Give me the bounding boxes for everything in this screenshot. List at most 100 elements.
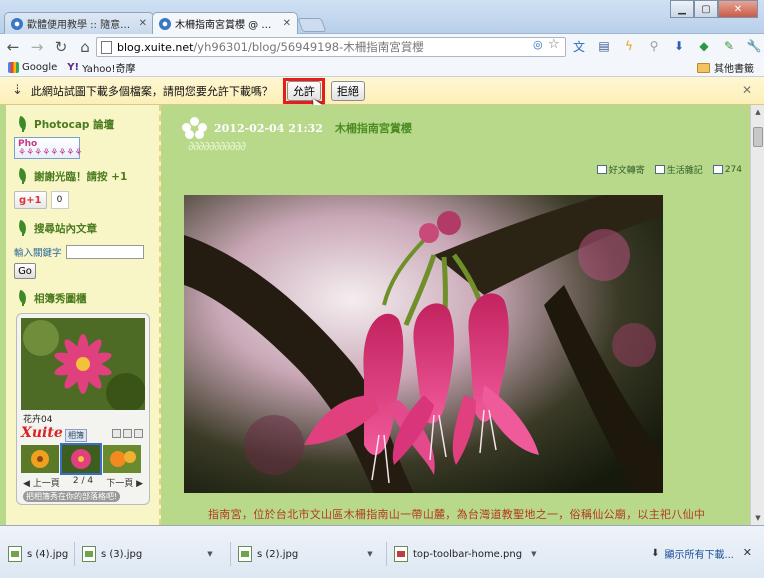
yahoo-icon: Y! [67, 62, 80, 73]
wrench-menu-icon[interactable]: 🔧 [743, 36, 764, 56]
bookmark-label: Google [22, 62, 58, 73]
mail-icon [596, 165, 607, 174]
deny-button[interactable]: 拒絕 [330, 80, 365, 101]
leaf-icon [16, 291, 29, 306]
home-button[interactable]: ⌂ [74, 36, 96, 58]
album-caption: 花卉04 [23, 415, 53, 425]
page-scrollbar[interactable]: ▲ ▼ [750, 105, 764, 525]
photocap-badge[interactable]: Pho ⚘⚘⚘⚘⚘⚘⚘⚘ [14, 137, 83, 159]
album-control-button[interactable] [134, 429, 143, 438]
forward-post-link[interactable]: 好文轉寄 [596, 163, 645, 176]
infobar-close-icon[interactable]: ✕ [742, 83, 752, 97]
forward-button[interactable]: → [26, 36, 48, 58]
album-control-button[interactable] [123, 429, 132, 438]
album-next-link[interactable]: 下一頁 ▶ [106, 476, 143, 489]
album-page-indicator: 2 / 4 [72, 476, 94, 486]
post-title[interactable]: 木柵指南宮賞櫻 [335, 120, 412, 136]
sidebar-heading-search: 搜尋站內文章 [6, 217, 159, 239]
pen-ext-icon[interactable]: ✎ [718, 36, 740, 56]
sidebar-heading-label: 相簿秀圖櫃 [34, 292, 87, 305]
search-icon[interactable]: ⚲ [643, 36, 665, 56]
download-item[interactable]: s (3).jpg ▼ [78, 540, 226, 568]
download-filename: top-toolbar-home.png [413, 548, 523, 560]
scroll-up-arrow-icon[interactable]: ▲ [751, 105, 764, 119]
tab-1[interactable]: 歡體便用教學 :: 隨意窩 Xu ✕ [4, 12, 154, 34]
bookmark-yahoo[interactable]: Y! Yahoo!奇摩 [67, 60, 135, 75]
back-button[interactable]: ← [2, 36, 24, 58]
meta-label: 生活雜記 [666, 166, 703, 176]
tab-close-icon[interactable]: ✕ [283, 18, 291, 29]
keyword-input[interactable] [65, 245, 144, 259]
album-main-photo[interactable] [21, 318, 145, 410]
shelf-close-icon[interactable]: ✕ [743, 546, 752, 559]
zoom-icon[interactable]: ◎ [533, 38, 543, 51]
lightning-icon[interactable]: ϟ [618, 36, 640, 56]
browser-toolbar: ← → ↻ ⌂ blog.xuite.net/yh96301/blog/5694… [0, 34, 764, 59]
bookmarks-bar: Google Y! Yahoo!奇摩 其他書籤 [0, 59, 764, 77]
minimize-button[interactable]: ▁ [670, 0, 694, 18]
image-file-icon [394, 546, 408, 562]
window-titlebar: 歡體便用教學 :: 隨意窩 Xu ✕ 木柵指南宮賞櫻 @ 歡體便 ✕ ▁ ▢ ✕ [0, 0, 764, 34]
leaf-icon [16, 117, 29, 132]
google-plus-one-button[interactable]: g +1 [14, 191, 47, 209]
downloads-shelf: s (4).jpg s (3).jpg ▼ s (2).jpg ▼ top-to… [0, 525, 764, 578]
xuite-album-badge: 相簿 [65, 429, 87, 442]
maximize-button[interactable]: ▢ [694, 0, 718, 18]
download-menu-caret-icon[interactable]: ▼ [531, 550, 536, 558]
category-link[interactable]: 生活雜記 [654, 163, 703, 176]
reader-icon[interactable]: ▤ [593, 36, 615, 56]
infobar-message: 此網站試圖下載多個檔案，請問您要允許下載嗎？ [30, 84, 273, 98]
page-icon [101, 40, 112, 54]
reload-button[interactable]: ↻ [50, 36, 72, 58]
album-thumbnail[interactable] [103, 445, 141, 473]
download-ext-icon[interactable]: ⬇ [668, 36, 690, 56]
leaf-icon [16, 221, 29, 236]
divider [386, 542, 387, 566]
scroll-thumb[interactable] [753, 127, 763, 147]
album-thumbnail-selected[interactable] [60, 443, 102, 475]
keyword-label: 輸入關鍵字 [14, 248, 62, 259]
address-bar[interactable]: blog.xuite.net/yh96301/blog/56949198-木柵指… [96, 37, 566, 57]
translate-icon[interactable]: 文 [568, 36, 590, 56]
download-item[interactable]: top-toolbar-home.png ▼ [390, 540, 540, 568]
image-file-icon [238, 546, 252, 562]
divider [74, 542, 75, 566]
show-all-downloads-link[interactable]: ⬇ 顯示所有下載... [651, 546, 734, 561]
next-label: 下一頁 [106, 479, 134, 489]
multiple-download-icon: ⇣ [12, 83, 23, 98]
tab-2[interactable]: 木柵指南宮賞櫻 @ 歡體便 ✕ [152, 12, 298, 34]
album-widget: 花卉04 Xuite 相簿 ◀ 上一頁 2 / 4 下一頁 ▶ 把相簿秀在你的部… [16, 313, 150, 505]
tab-favicon-icon [11, 17, 23, 30]
close-window-button[interactable]: ✕ [718, 0, 758, 18]
album-thumbnail[interactable] [21, 445, 59, 473]
post-header: 2012-02-04 21:32 木柵指南宮賞櫻 [182, 117, 412, 139]
download-item[interactable]: s (2).jpg ▼ [234, 540, 382, 568]
album-control-button[interactable] [112, 429, 121, 438]
bookmark-google[interactable]: Google [8, 62, 57, 73]
album-prev-link[interactable]: ◀ 上一頁 [23, 476, 60, 489]
scroll-down-arrow-icon[interactable]: ▼ [751, 511, 764, 525]
address-path: /yh96301/blog/56949198-木柵指南宮賞櫻 [193, 40, 424, 54]
new-tab-button[interactable] [297, 18, 327, 32]
download-item[interactable]: s (4).jpg [4, 540, 74, 568]
folder-icon [654, 165, 665, 174]
download-infobar: ⇣ 此網站試圖下載多個檔案，請問您要允許下載嗎？ 允許 拒絕 ✕ [0, 77, 764, 105]
tab-title: 歡體便用教學 :: 隨意窩 Xu [27, 20, 135, 31]
go-button[interactable]: Go [14, 263, 36, 279]
download-menu-caret-icon[interactable]: ▼ [367, 550, 372, 558]
sidebar-heading-album: 相簿秀圖櫃 [6, 287, 159, 309]
other-bookmarks[interactable]: 其他書籤 [697, 60, 754, 75]
sidebar-heading-label: Photocap 論壇 [34, 118, 115, 131]
colorful-ext-icon[interactable]: ◆ [693, 36, 715, 56]
tab-close-icon[interactable]: ✕ [139, 18, 147, 29]
gplus-label: +1 [26, 194, 42, 206]
download-filename: s (4).jpg [27, 548, 69, 560]
gplus-count: 0 [50, 191, 69, 209]
blog-post: 2012-02-04 21:32 木柵指南宮賞櫻 ∂∂∂∂∂∂∂∂∂∂∂ 好文轉… [170, 105, 750, 525]
sidebar-heading-photocap: Photocap 論壇 [6, 113, 159, 135]
download-menu-caret-icon[interactable]: ▼ [207, 550, 212, 558]
bookmark-star-icon[interactable]: ☆ [548, 37, 560, 52]
album-footer[interactable]: 把相簿秀在你的部落格吧! [23, 491, 121, 502]
folder-icon [697, 62, 710, 73]
post-photo[interactable] [184, 195, 663, 493]
